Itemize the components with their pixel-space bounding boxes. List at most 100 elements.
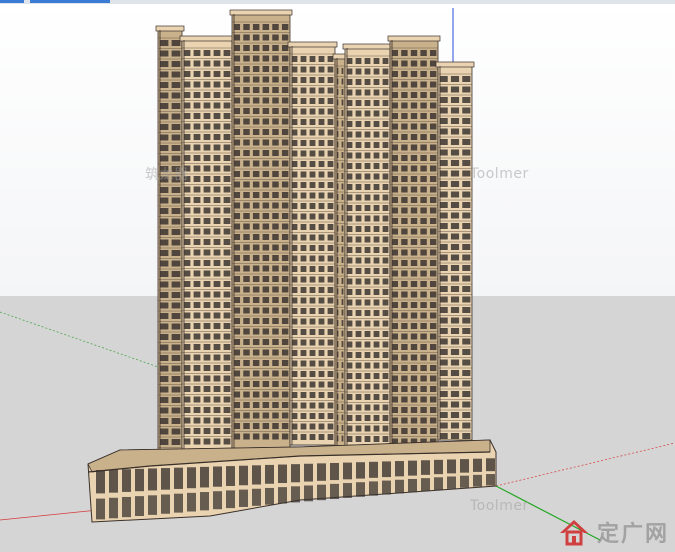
window <box>420 71 427 77</box>
window <box>262 381 270 387</box>
window <box>391 102 398 109</box>
window <box>346 110 353 117</box>
window <box>233 160 241 167</box>
window <box>159 218 169 225</box>
window <box>171 92 181 99</box>
window <box>203 134 211 140</box>
window <box>300 297 307 304</box>
window <box>420 144 427 151</box>
window <box>346 362 353 369</box>
window <box>430 354 437 361</box>
window <box>193 102 201 109</box>
shopfront-window-upper <box>200 466 209 488</box>
window <box>252 171 260 177</box>
window <box>281 433 289 440</box>
shopfront-window-lower <box>395 479 404 494</box>
window <box>410 92 418 98</box>
window <box>252 339 260 345</box>
window <box>243 433 250 440</box>
window <box>272 433 279 440</box>
window <box>420 228 427 235</box>
window <box>291 161 298 167</box>
window <box>159 92 169 99</box>
window <box>171 281 181 288</box>
shopfront-window-upper <box>421 460 430 475</box>
window <box>327 234 334 241</box>
shopfront-window-upper <box>122 469 131 492</box>
window <box>341 383 344 389</box>
window <box>341 320 344 326</box>
window <box>410 123 418 130</box>
window <box>327 87 334 94</box>
window <box>355 257 362 264</box>
window <box>401 123 408 130</box>
window <box>159 355 169 361</box>
window <box>420 218 427 224</box>
window <box>233 381 241 387</box>
window <box>291 276 298 283</box>
window <box>391 207 398 214</box>
window <box>391 239 398 245</box>
window <box>262 391 270 398</box>
window <box>401 207 408 214</box>
window <box>262 24 270 30</box>
window <box>171 155 181 162</box>
window <box>327 318 334 325</box>
window <box>233 129 241 135</box>
window <box>233 150 241 156</box>
window <box>391 417 398 424</box>
window <box>364 394 371 400</box>
window <box>183 92 191 98</box>
window <box>171 124 181 130</box>
window <box>420 302 427 308</box>
window <box>183 123 191 130</box>
window <box>327 224 334 230</box>
window <box>462 412 471 418</box>
window <box>410 81 418 88</box>
window <box>382 299 389 306</box>
window <box>382 331 389 337</box>
window <box>171 323 181 330</box>
window <box>346 194 353 201</box>
window <box>346 131 353 138</box>
window <box>233 87 241 93</box>
window <box>252 255 260 261</box>
window <box>300 129 307 136</box>
window <box>193 291 201 298</box>
window <box>341 372 344 379</box>
window <box>401 60 408 67</box>
window <box>159 239 169 246</box>
window <box>203 312 211 319</box>
window <box>262 276 270 282</box>
model-scene[interactable] <box>0 0 675 552</box>
window <box>243 55 250 62</box>
window <box>223 165 231 172</box>
shopfront-window-lower <box>343 483 352 498</box>
window <box>233 118 241 125</box>
window <box>382 415 389 421</box>
high-rise-tower[interactable] <box>155 9 475 456</box>
sketchup-viewport[interactable]: 筑龙器 Toolmer Toolmer 定广网 <box>0 0 675 552</box>
window <box>364 352 371 358</box>
window <box>382 89 389 96</box>
window <box>262 433 270 440</box>
window <box>364 163 371 169</box>
window <box>450 170 460 177</box>
window <box>262 181 270 188</box>
window <box>318 318 325 325</box>
window <box>262 76 270 83</box>
window <box>272 265 279 272</box>
window <box>410 344 418 350</box>
window <box>382 79 389 85</box>
window <box>439 212 448 219</box>
commercial-podium[interactable] <box>87 439 497 523</box>
window <box>213 302 221 308</box>
window <box>420 113 427 119</box>
window <box>450 422 460 429</box>
window <box>462 76 471 82</box>
window <box>159 439 169 445</box>
window <box>272 24 279 30</box>
window <box>410 186 418 193</box>
window <box>430 155 437 161</box>
window <box>193 302 201 308</box>
